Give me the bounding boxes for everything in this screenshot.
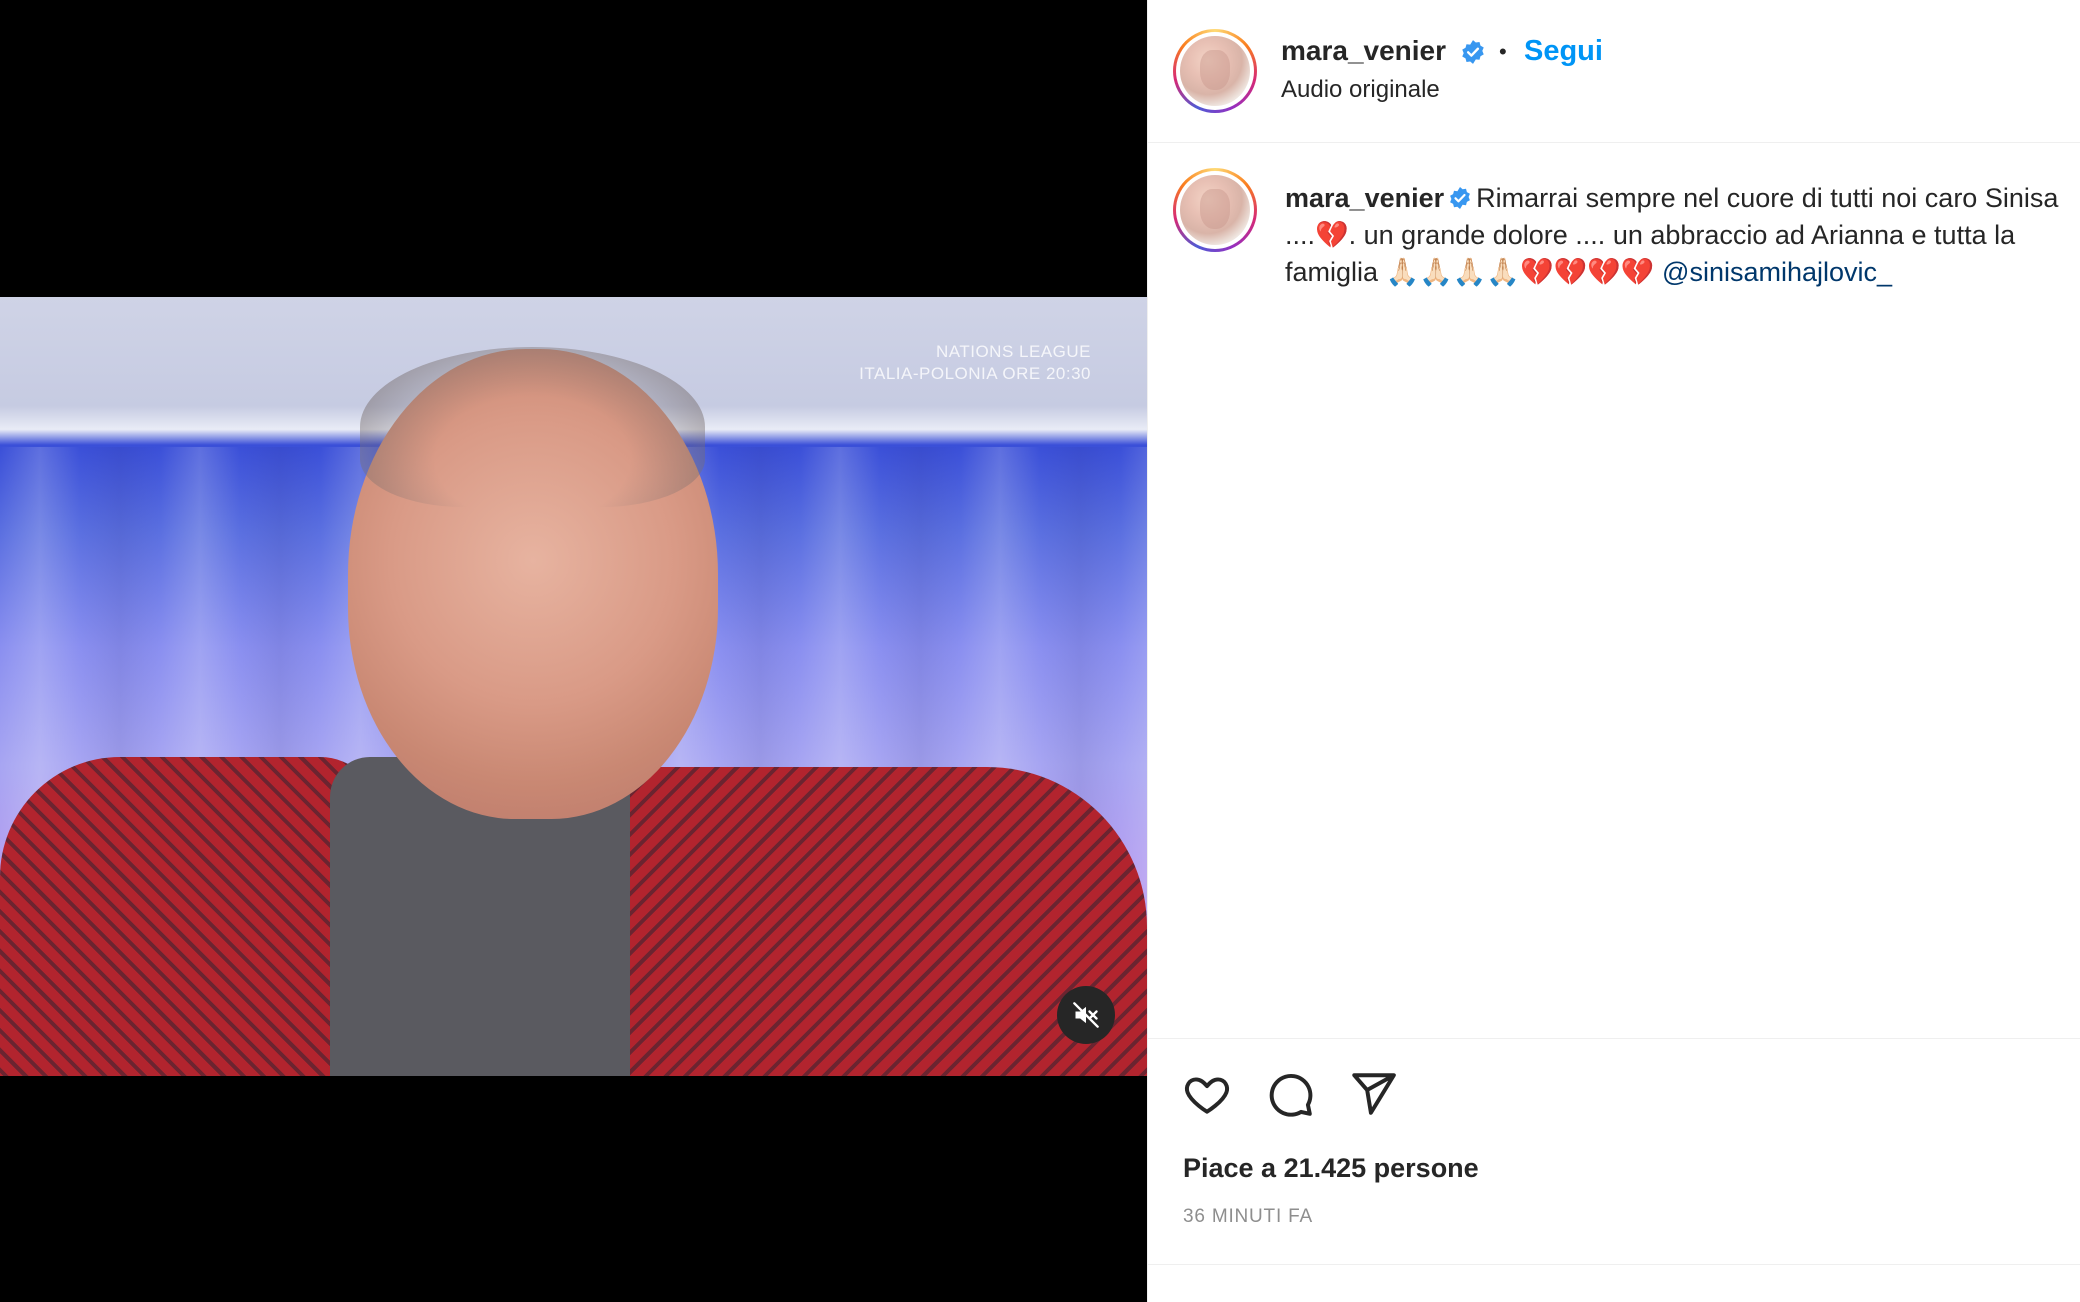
share-icon[interactable] — [1348, 1069, 1398, 1119]
comment-box-divider — [1147, 1264, 2080, 1265]
post-header — [1148, 0, 2080, 143]
praying-hands-icon: 🙏🏻🙏🏻🙏🏻🙏🏻 — [1385, 257, 1521, 288]
caption-username[interactable]: mara_venier — [1285, 183, 1444, 213]
video-overlay-line2: ITALIA-POLONIA ORE 20:30 — [859, 364, 1091, 383]
avatar-image — [1180, 36, 1250, 106]
follow-button[interactable]: Segui — [1524, 35, 1603, 68]
broken-hearts-icon: 💔💔💔💔 — [1520, 257, 1655, 288]
media-panel: NATIONS LEAGUE ITALIA-POLONIA ORE 20:30 — [0, 0, 1147, 1302]
comment-icon[interactable] — [1265, 1069, 1315, 1119]
caption-mention[interactable]: @sinisamihajlovic_ — [1662, 257, 1892, 287]
header-separator: • — [1499, 39, 1507, 64]
broken-heart-icon: 💔 — [1315, 220, 1349, 251]
post-caption: mara_venier Rimarrai sempre nel cuore di… — [1285, 180, 2075, 291]
avatar-image — [1180, 175, 1250, 245]
actions-divider — [1147, 1038, 2080, 1039]
video-jacket-left — [0, 757, 380, 1076]
post-video[interactable]: NATIONS LEAGUE ITALIA-POLONIA ORE 20:30 — [0, 297, 1147, 1076]
video-overlay-line1: NATIONS LEAGUE — [936, 342, 1091, 361]
heart-icon[interactable] — [1182, 1069, 1232, 1119]
header-username[interactable]: mara_venier — [1281, 35, 1446, 67]
likes-count[interactable]: Piace a 21.425 persone — [1183, 1153, 1479, 1184]
verified-badge-icon — [1462, 40, 1484, 64]
muted-speaker-icon — [1073, 1002, 1099, 1028]
caption-avatar[interactable] — [1173, 168, 1257, 252]
video-hair — [360, 347, 705, 507]
video-overlay-caption: NATIONS LEAGUE ITALIA-POLONIA ORE 20:30 — [859, 341, 1091, 385]
verified-badge-icon — [1450, 187, 1471, 209]
header-avatar[interactable] — [1173, 29, 1257, 113]
mute-button[interactable] — [1057, 986, 1115, 1044]
audio-link[interactable]: Audio originale — [1281, 76, 1440, 104]
post-timestamp[interactable]: 36 MINUTI FA — [1183, 1206, 1313, 1228]
